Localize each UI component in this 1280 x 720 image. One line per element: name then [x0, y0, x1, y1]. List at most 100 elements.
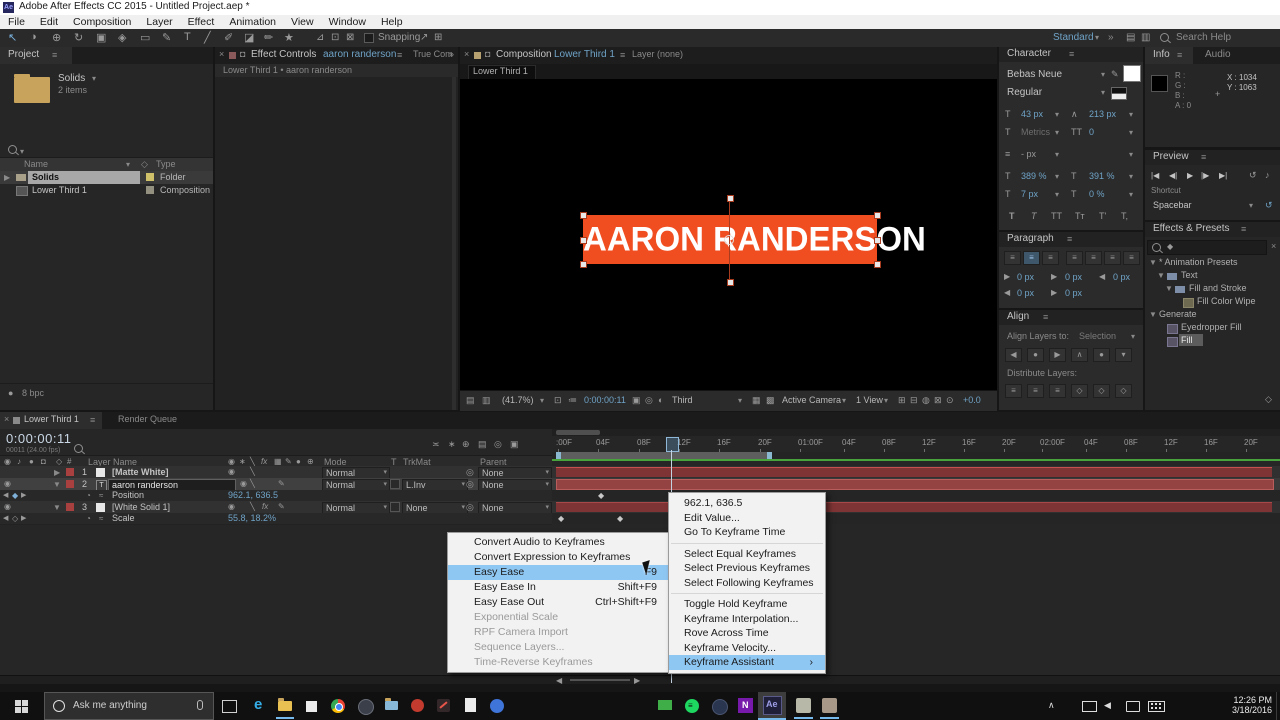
- grid-guides-icon[interactable]: ⊡: [554, 395, 562, 406]
- solo-column-icon[interactable]: ●: [29, 457, 34, 466]
- mask-vis-icon[interactable]: ≔: [568, 395, 577, 406]
- menu-item-convert-audio[interactable]: Convert Audio to Keyframes: [448, 535, 669, 550]
- rotation-tool-icon[interactable]: ↻: [74, 31, 83, 44]
- timeline-menu-icon[interactable]: ≡: [90, 415, 95, 425]
- eyedropper-icon[interactable]: ✎: [1111, 69, 1119, 80]
- pickwhip-icon[interactable]: ◎: [466, 479, 474, 490]
- clone-stamp-tool-icon[interactable]: ✐: [224, 31, 233, 44]
- bit-depth-label[interactable]: 8 bpc: [22, 388, 44, 398]
- align-center-text-button[interactable]: ≡: [1023, 251, 1040, 265]
- shy-icon[interactable]: ◉: [228, 467, 235, 476]
- menu-item-select-equal-keyframes[interactable]: Select Equal Keyframes: [669, 547, 825, 562]
- next-frame-button[interactable]: |▶: [1201, 171, 1209, 180]
- selection-handle[interactable]: [580, 212, 587, 219]
- menu-item-position-value[interactable]: 962.1, 636.5: [669, 496, 825, 511]
- tab-render-queue[interactable]: Render Queue: [118, 414, 177, 424]
- exposure-icon[interactable]: ⊙: [946, 395, 954, 406]
- app-icon-open-1[interactable]: [796, 698, 811, 713]
- tab-effect-controls-target[interactable]: aaron randerson: [323, 49, 396, 60]
- selection-handle[interactable]: [727, 195, 734, 202]
- panel-grid-icon[interactable]: ▤: [1126, 32, 1135, 43]
- snapping-label[interactable]: Snapping: [378, 32, 420, 43]
- mic-icon[interactable]: [197, 700, 203, 710]
- align-layers-to-value[interactable]: Selection: [1079, 331, 1116, 341]
- align-hcenter-button[interactable]: ●: [1027, 348, 1044, 362]
- tab-true-comp[interactable]: True Com: [413, 49, 453, 59]
- label-column-icon[interactable]: ◇: [141, 159, 148, 170]
- layer-color-swatch[interactable]: [66, 468, 74, 476]
- add-keyframe-icon[interactable]: ◆: [12, 491, 18, 500]
- label-column-icon[interactable]: ◇: [56, 457, 62, 466]
- layer-bar-3[interactable]: [556, 502, 1272, 512]
- baseline-chevron-icon[interactable]: ▾: [1055, 190, 1059, 199]
- selection-handle[interactable]: [874, 261, 881, 268]
- stopwatch-icon[interactable]: ◔: [86, 491, 91, 500]
- tab-layer-none[interactable]: Layer (none): [632, 49, 683, 59]
- adjustment-switch-icon[interactable]: ●: [296, 457, 301, 466]
- tsume-value[interactable]: 0 %: [1089, 189, 1105, 199]
- quality-icon[interactable]: ╲: [250, 467, 255, 476]
- project-list-header[interactable]: Name ▾ ◇ Type: [0, 158, 213, 171]
- menu-item-keyframe-interpolation[interactable]: Keyframe Interpolation...: [669, 612, 825, 627]
- timeline-zoom-in-icon[interactable]: ▶: [634, 676, 640, 685]
- magnification-icon[interactable]: ▥: [482, 395, 491, 406]
- camera-select[interactable]: Active Camera: [782, 395, 841, 405]
- app-icon-open-2[interactable]: [822, 698, 837, 713]
- spotify-icon[interactable]: ≡: [685, 699, 699, 713]
- timeline-scrollbar[interactable]: ◀ ▶: [0, 675, 1280, 685]
- hand-tool-icon[interactable]: ◑: [30, 31, 37, 43]
- camera-chevron-icon[interactable]: ▾: [842, 396, 846, 405]
- keyframe-diamond[interactable]: ◆: [558, 514, 564, 523]
- effects-filter-icon[interactable]: ◆: [1167, 242, 1173, 251]
- expand-icon[interactable]: ▶: [54, 468, 60, 477]
- pen-tool-icon[interactable]: ✎: [162, 31, 171, 44]
- hscale-chevron-icon[interactable]: ▾: [1129, 172, 1133, 181]
- timeline-button-icon[interactable]: ◍: [922, 395, 930, 406]
- pickwhip-icon[interactable]: ◎: [466, 502, 474, 513]
- quality-icon[interactable]: ╲: [250, 479, 255, 488]
- cortana-search-box[interactable]: Ask me anything: [44, 692, 214, 720]
- mask-tool-icon[interactable]: ▭: [140, 31, 150, 44]
- menu-effect[interactable]: Effect: [188, 16, 215, 28]
- effect-icon[interactable]: ✎: [278, 502, 285, 511]
- menu-item-easy-ease-in[interactable]: Easy Ease In Shift+F9: [448, 580, 669, 595]
- menu-item-edit-value[interactable]: Edit Value...: [669, 511, 825, 526]
- menu-item-easy-ease-out[interactable]: Easy Ease Out Ctrl+Shift+F9: [448, 595, 669, 610]
- last-frame-button[interactable]: ▶|: [1219, 171, 1227, 180]
- play-button[interactable]: ▶: [1187, 171, 1193, 180]
- touch-keyboard-icon[interactable]: [1148, 701, 1165, 712]
- align-bottom-button[interactable]: ▾: [1115, 348, 1132, 362]
- flowchart-icon[interactable]: ⊠: [934, 395, 942, 406]
- file-explorer-icon[interactable]: [278, 698, 292, 711]
- first-frame-button[interactable]: |◀: [1151, 171, 1159, 180]
- menu-item-toggle-hold-keyframe[interactable]: Toggle Hold Keyframe: [669, 597, 825, 612]
- tab-project[interactable]: Project ≡: [0, 47, 72, 64]
- layer-name[interactable]: [Matte White]: [112, 467, 169, 477]
- navigator-handle[interactable]: [556, 430, 600, 435]
- menu-item-rove-across-time[interactable]: Rove Across Time: [669, 626, 825, 641]
- effects-search-box[interactable]: [1147, 240, 1267, 255]
- comp-panel-menu-icon[interactable]: ≡: [620, 50, 625, 60]
- justify-all-button[interactable]: ≡: [1123, 251, 1140, 265]
- fill-color-swatch[interactable]: [1123, 65, 1141, 82]
- menu-item-go-to-keyframe-time[interactable]: Go To Keyframe Time: [669, 525, 825, 540]
- shy-icon[interactable]: ◉: [240, 479, 247, 488]
- playhead-marker[interactable]: [666, 437, 679, 452]
- preview-menu-icon[interactable]: ≡: [1201, 152, 1206, 162]
- layer-color-swatch[interactable]: [66, 503, 74, 511]
- align-right-text-button[interactable]: ≡: [1042, 251, 1059, 265]
- kerning-chevron-icon[interactable]: ▾: [1055, 128, 1059, 137]
- current-time[interactable]: 0:00:00:11: [584, 395, 626, 405]
- after-effects-taskbar-slot[interactable]: Ae: [758, 692, 786, 720]
- shy-icon[interactable]: ◉: [228, 502, 235, 511]
- tray-expand-icon[interactable]: ∧: [1048, 700, 1055, 711]
- tree-collapse-icon[interactable]: ▼: [1149, 310, 1157, 319]
- fast-previews-icon[interactable]: ⊟: [910, 395, 918, 406]
- workspace-overflow-icon[interactable]: »: [1108, 32, 1114, 43]
- selection-handle[interactable]: [874, 212, 881, 219]
- network-icon[interactable]: [1082, 701, 1097, 712]
- motion-blur-switch-icon[interactable]: ✎: [285, 457, 292, 466]
- collapse-icon[interactable]: ▼: [53, 480, 61, 489]
- faux-italic-icon[interactable]: T: [1031, 211, 1037, 221]
- camera-tool-icon[interactable]: ▣: [96, 31, 106, 44]
